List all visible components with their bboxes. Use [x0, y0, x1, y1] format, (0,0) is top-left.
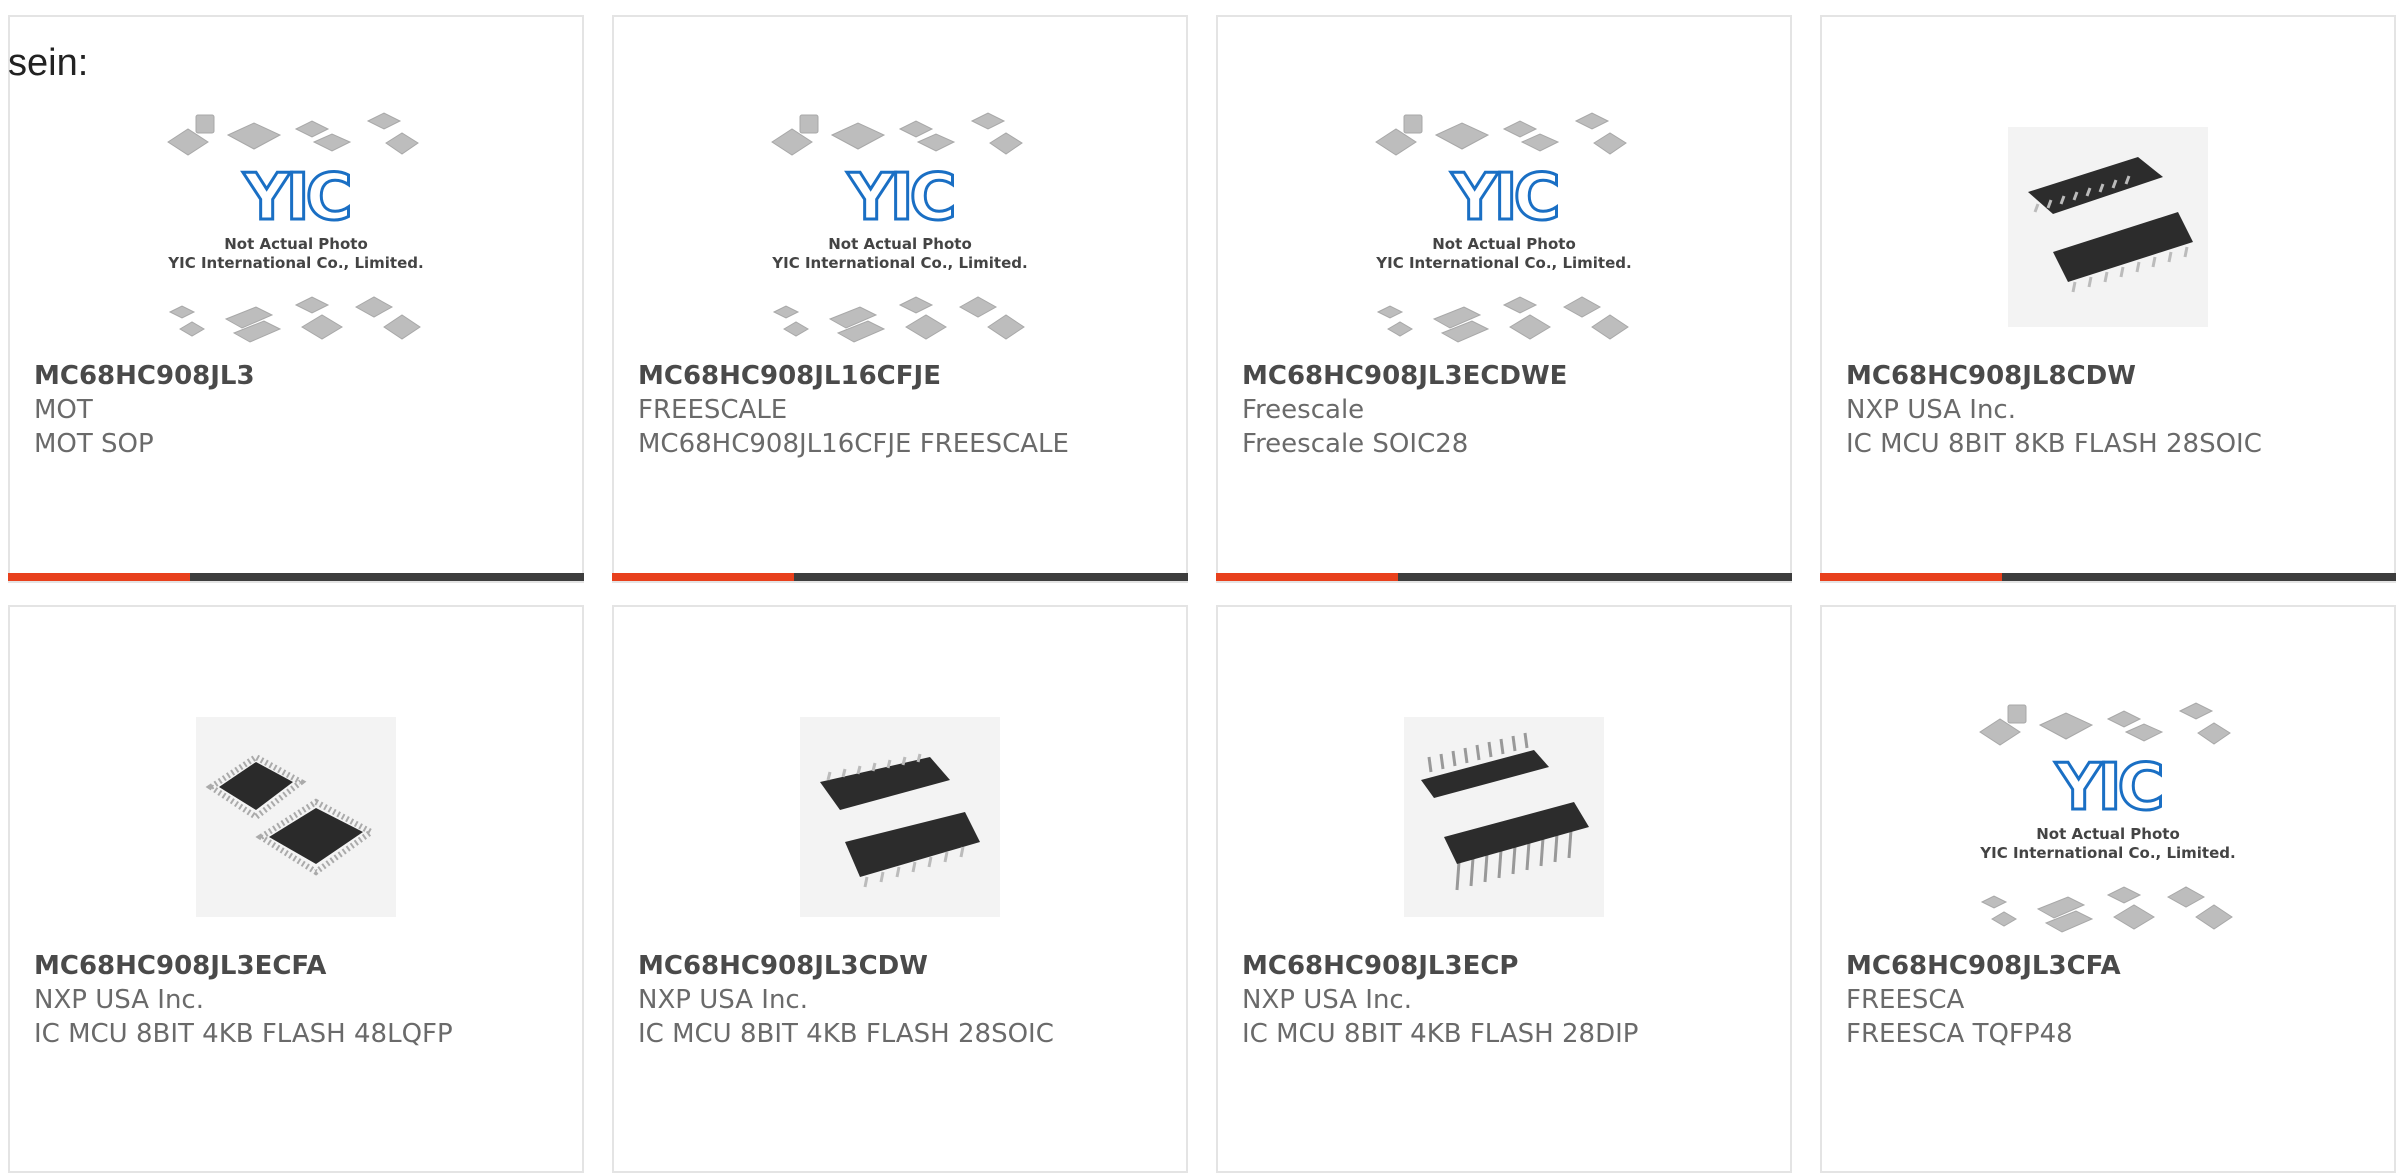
product-card[interactable]: MC68HC908JL3CDW NXP USA Inc. IC MCU 8BIT… — [612, 605, 1188, 1173]
yic-logo: YIC — [1450, 161, 1556, 235]
manufacturer-label: MOT — [34, 395, 93, 425]
product-image[interactable] — [614, 687, 1186, 947]
product-card[interactable]: YIC Not Actual Photo YIC International Co.… — [1820, 605, 2396, 1173]
description-label: IC MCU 8BIT 4KB FLASH 28SOIC — [638, 1019, 1054, 1049]
part-number-link[interactable]: MC68HC908JL8CDW — [1846, 359, 2378, 393]
soic-chip-icon — [820, 753, 980, 888]
lqfp-chip-photo — [196, 717, 396, 917]
soic-chip-photo — [2008, 127, 2208, 327]
soic-chip-photo — [800, 717, 1000, 917]
placeholder-caption-2: YIC International Co., Limited. — [1979, 844, 2235, 862]
description-label: MOT SOP — [34, 429, 154, 459]
product-card[interactable]: MC68HC908JL3ECFA NXP USA Inc. IC MCU 8BI… — [8, 605, 584, 1173]
manufacturer-label: FREESCALE — [638, 395, 788, 425]
product-image[interactable] — [1218, 687, 1790, 947]
card-accent-bar — [612, 573, 794, 581]
product-image[interactable] — [10, 687, 582, 947]
card-bottom-bar — [1820, 573, 2396, 581]
card-bottom-bar — [612, 573, 1188, 581]
placeholder-caption-1: Not Actual Photo — [2036, 825, 2180, 843]
product-card[interactable]: MC68HC908JL8CDW NXP USA Inc. IC MCU 8BIT… — [1820, 15, 2396, 583]
product-image[interactable]: YIC Not Actual Photo YIC International Co.… — [10, 97, 582, 357]
part-number-link[interactable]: MC68HC908JL16CFJE — [638, 359, 1170, 393]
part-number-link[interactable]: MC68HC908JL3CFA — [1846, 949, 2378, 983]
placeholder-caption-2: YIC International Co., Limited. — [167, 254, 423, 272]
lqfp-chip-icon — [205, 753, 377, 876]
product-image[interactable]: YIC Not Actual Photo YIC International Co.… — [614, 97, 1186, 357]
dip-chip-icon — [1421, 732, 1589, 891]
card-bottom-bar — [8, 573, 584, 581]
soic-chip-icon — [2028, 157, 2193, 293]
product-card[interactable]: MC68HC908JL3ECP NXP USA Inc. IC MCU 8BIT… — [1216, 605, 1792, 1173]
placeholder-image-icon: YICNot Actual PhotoYIC International Co.… — [1375, 112, 1632, 343]
product-image[interactable]: YIC Not Actual Photo YIC International Co.… — [1218, 97, 1790, 357]
dip-chip-photo — [1404, 717, 1604, 917]
manufacturer-label: NXP USA Inc. — [638, 985, 808, 1015]
description-label: IC MCU 8BIT 8KB FLASH 28SOIC — [1846, 429, 2262, 459]
card-accent-bar — [1216, 573, 1398, 581]
description-label: Freescale SOIC28 — [1242, 429, 1469, 459]
part-number-link[interactable]: MC68HC908JL3CDW — [638, 949, 1170, 983]
description-label: FREESCA TQFP48 — [1846, 1019, 2073, 1049]
placeholder-image-icon: YICNot Actual PhotoYIC International Co.… — [1979, 702, 2236, 933]
yic-logo: YIC — [846, 161, 952, 235]
manufacturer-label: FREESCA — [1846, 985, 1965, 1015]
yic-logo: YIC — [242, 161, 348, 235]
manufacturer-label: NXP USA Inc. — [34, 985, 204, 1015]
product-card[interactable]: YIC Not Actual Photo YIC International Co.… — [1216, 15, 1792, 583]
placeholder-image-icon: YICNot Actual PhotoYIC International Co.… — [167, 112, 424, 343]
card-accent-bar — [1820, 573, 2002, 581]
part-number-link[interactable]: MC68HC908JL3ECDWE — [1242, 359, 1774, 393]
product-image[interactable] — [1822, 97, 2394, 357]
placeholder-caption-2: YIC International Co., Limited. — [1375, 254, 1631, 272]
placeholder-caption-1: Not Actual Photo — [1432, 235, 1576, 253]
description-label: IC MCU 8BIT 4KB FLASH 28DIP — [1242, 1019, 1639, 1049]
description-label: IC MCU 8BIT 4KB FLASH 48LQFP — [34, 1019, 453, 1049]
section-heading: sein: — [8, 42, 89, 84]
part-number-link[interactable]: MC68HC908JL3ECP — [1242, 949, 1774, 983]
part-number-link[interactable]: MC68HC908JL3ECFA — [34, 949, 566, 983]
placeholder-caption-1: Not Actual Photo — [224, 235, 368, 253]
product-image[interactable]: YIC Not Actual Photo YIC International Co.… — [1822, 687, 2394, 947]
product-card[interactable]: YIC Not Actual Photo YIC International Co.… — [612, 15, 1188, 583]
card-accent-bar — [8, 573, 190, 581]
manufacturer-label: NXP USA Inc. — [1846, 395, 2016, 425]
manufacturer-label: Freescale — [1242, 395, 1365, 425]
card-bottom-bar — [1216, 573, 1792, 581]
product-card[interactable]: YIC Not Actual Photo YIC International Co.… — [8, 15, 584, 583]
product-grid: YIC Not Actual Photo YIC International Co.… — [8, 15, 2400, 1173]
placeholder-image-icon: YICNot Actual PhotoYIC International Co.… — [771, 112, 1028, 343]
part-number-link[interactable]: MC68HC908JL3 — [34, 359, 566, 393]
placeholder-caption-1: Not Actual Photo — [828, 235, 972, 253]
placeholder-caption-2: YIC International Co., Limited. — [771, 254, 1027, 272]
yic-logo: YIC — [2054, 751, 2160, 825]
description-label: MC68HC908JL16CFJE FREESCALE — [638, 429, 1069, 459]
manufacturer-label: NXP USA Inc. — [1242, 985, 1412, 1015]
